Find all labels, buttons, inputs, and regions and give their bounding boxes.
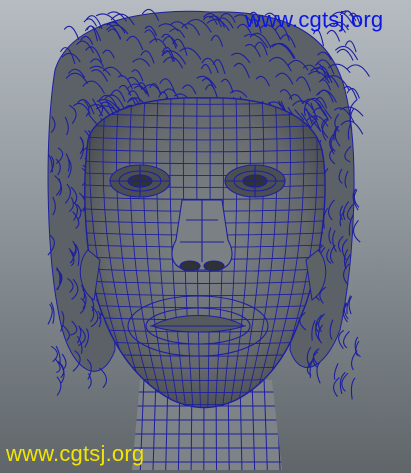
- right-eye-loops: [224, 164, 286, 198]
- nose-mesh: [171, 199, 233, 272]
- watermark-bottom: www.cgtsj.org: [6, 441, 145, 466]
- left-eye-loops: [109, 164, 171, 198]
- head-wireframe-model[interactable]: [0, 0, 411, 473]
- watermark-top: www.cgtsj.org: [245, 7, 384, 32]
- modeling-viewport[interactable]: www.cgtsj.org www.cgtsj.org: [0, 0, 411, 473]
